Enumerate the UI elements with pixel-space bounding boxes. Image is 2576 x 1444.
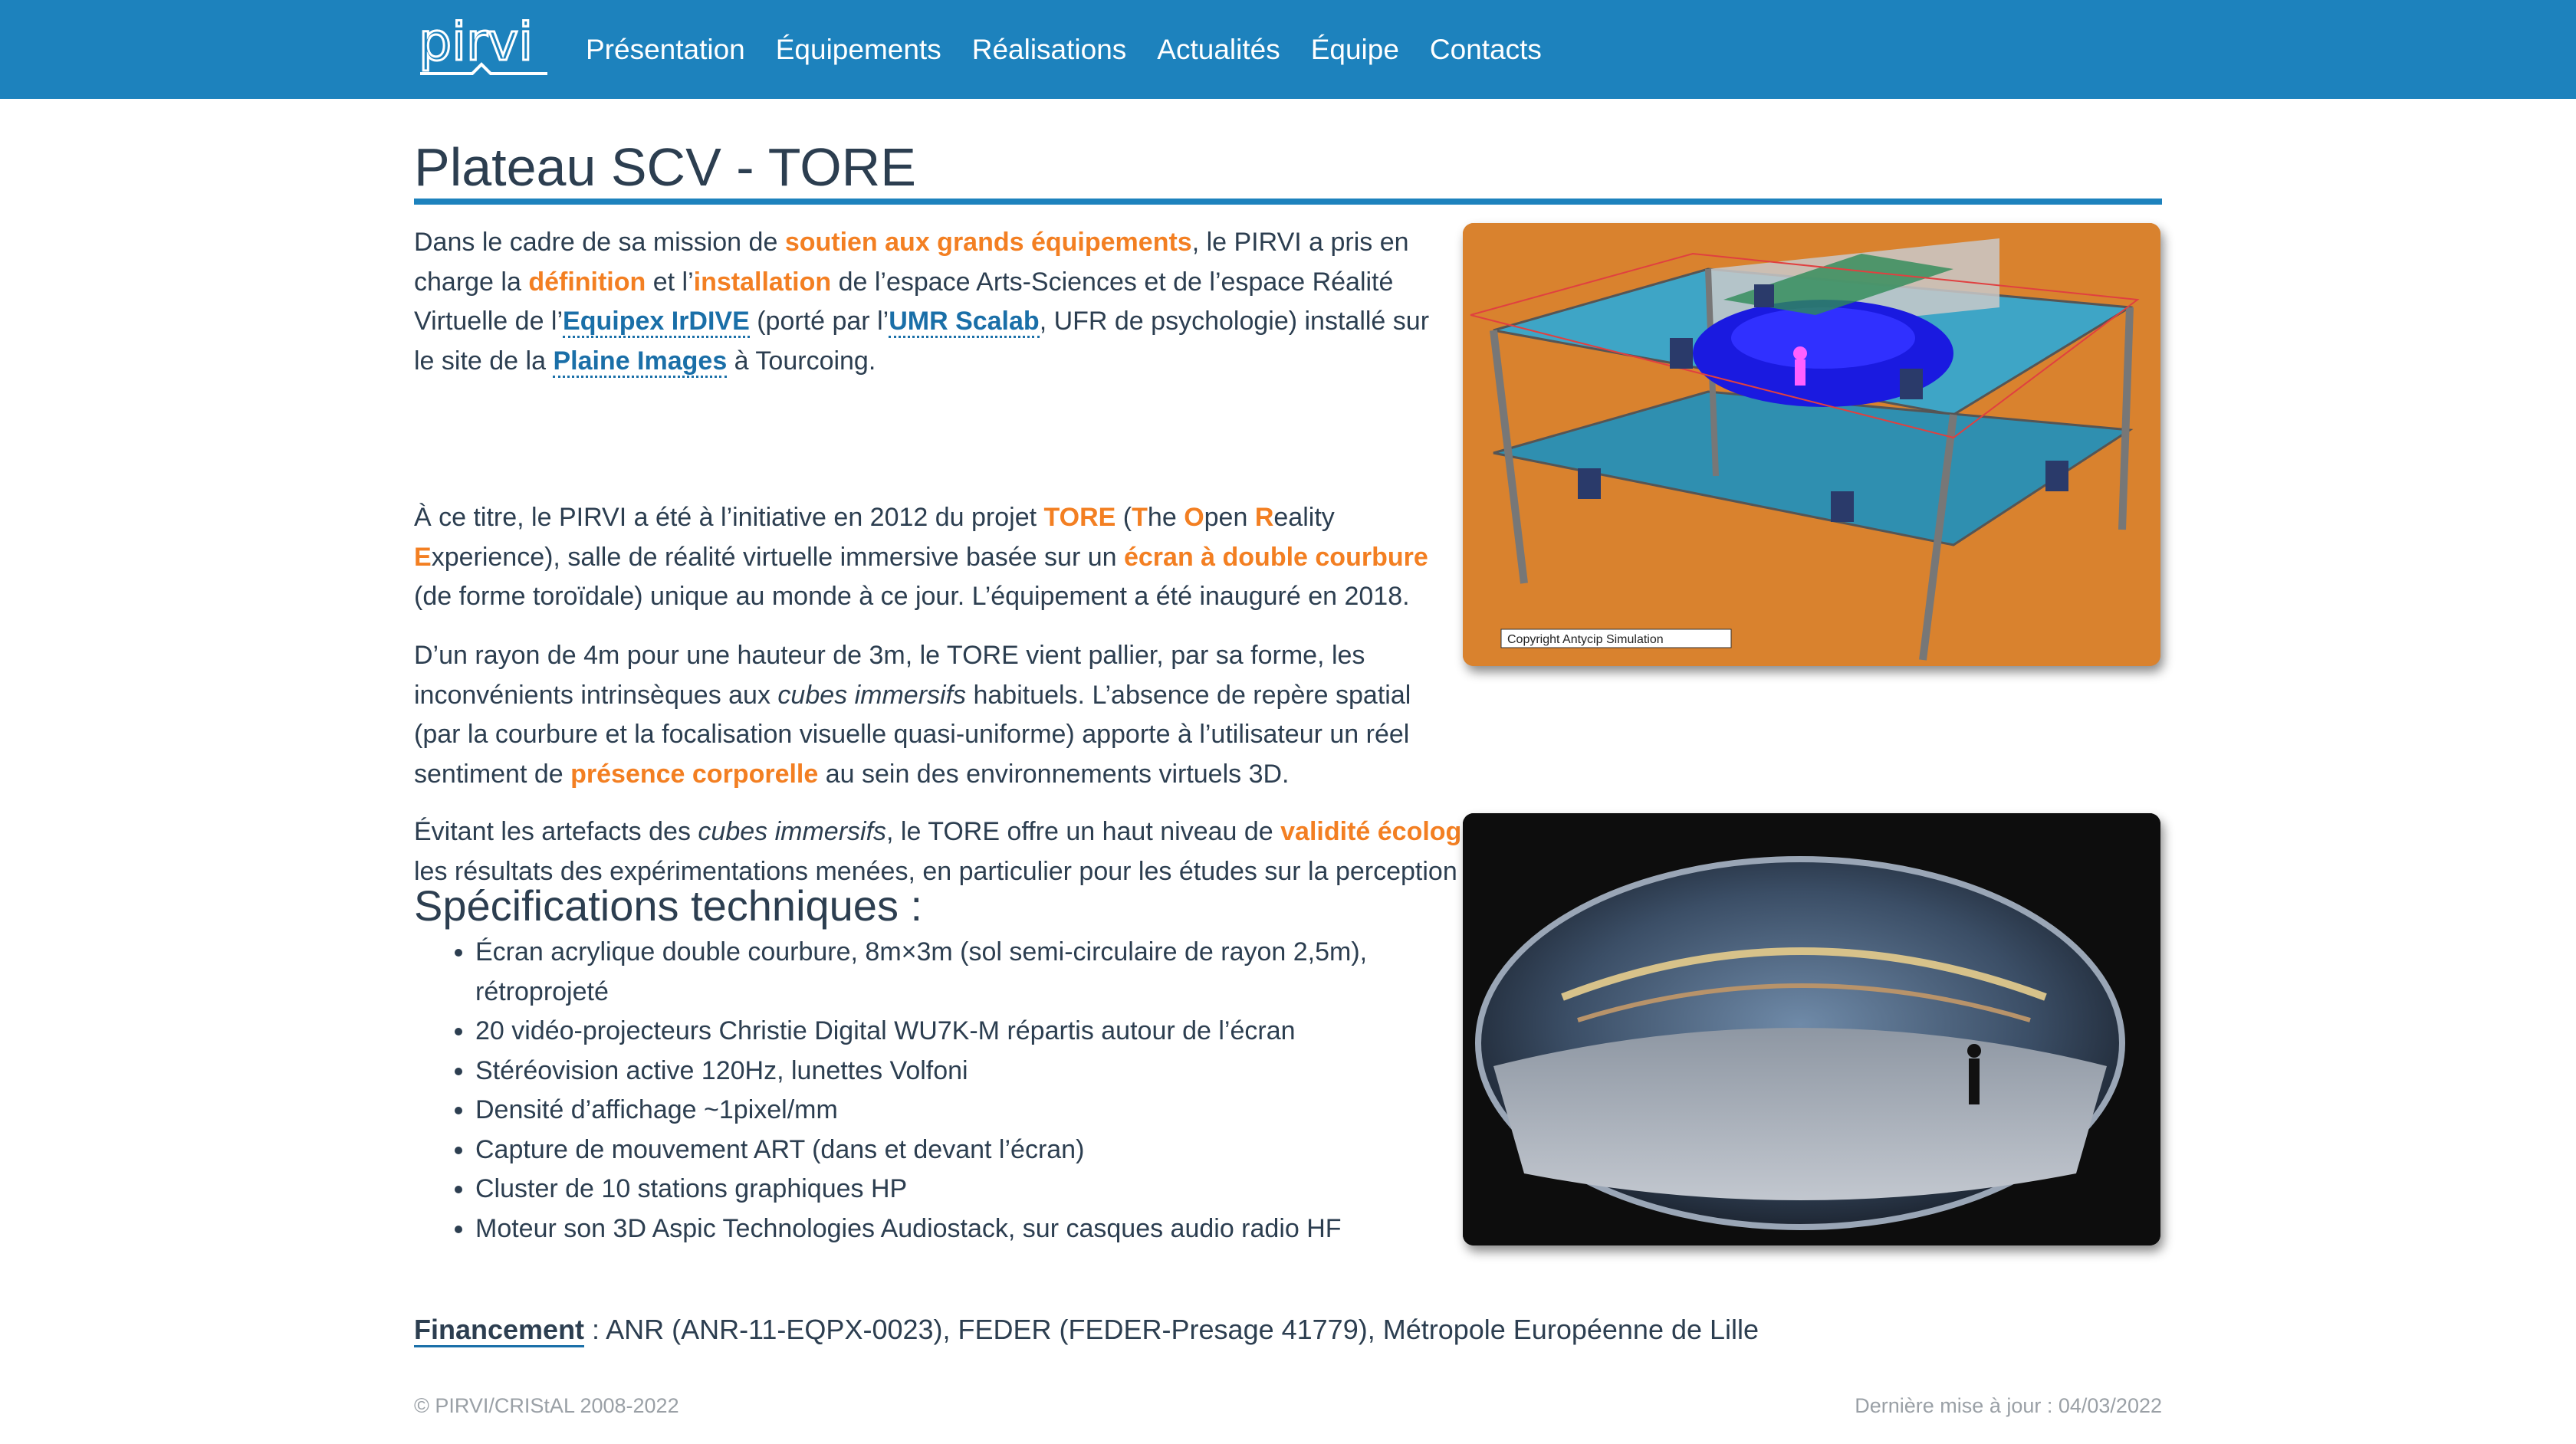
acronym-letter: T bbox=[1132, 503, 1148, 532]
tore-photo-image bbox=[1463, 813, 2160, 1245]
list-item: Écran acrylique double courbure, 8m×3m (… bbox=[475, 933, 1441, 1012]
nav-link-equipements[interactable]: Équipements bbox=[776, 34, 941, 66]
top-navbar: pirvi Présentation Équipements Réalisati… bbox=[0, 0, 2576, 99]
text-span: eality bbox=[1273, 503, 1335, 532]
text-span: Dans le cadre de sa mission de bbox=[414, 228, 785, 257]
nav-link-realisations[interactable]: Réalisations bbox=[972, 34, 1127, 66]
list-item: 20 vidéo-projecteurs Christie Digital WU… bbox=[475, 1012, 1441, 1052]
funding-label: Financement bbox=[414, 1314, 585, 1347]
highlight-text: soutien aux grands équipements bbox=[784, 228, 1192, 257]
pirvi-logo[interactable]: pirvi bbox=[419, 17, 549, 81]
intro-paragraph: Dans le cadre de sa mission de soutien a… bbox=[414, 223, 1441, 381]
text-span: Évitant les artefacts des bbox=[414, 817, 698, 846]
svg-text:pirvi: pirvi bbox=[419, 17, 533, 73]
tore-paragraph: À ce titre, le PIRVI a été à l’initiativ… bbox=[414, 498, 1460, 617]
funding-line: Financement : ANR (ANR-11-EQPX-0023), FE… bbox=[414, 1310, 1759, 1349]
highlight-text: installation bbox=[693, 267, 832, 297]
text-span: (porté par l’ bbox=[749, 307, 889, 336]
acronym-letter: O bbox=[1184, 503, 1204, 532]
text-span: (de forme toroïdale) unique au monde à c… bbox=[414, 582, 1410, 611]
title-underline bbox=[414, 199, 2162, 205]
nav-menu: Présentation Équipements Réalisations Ac… bbox=[586, 0, 1572, 99]
list-item: Capture de mouvement ART (dans et devant… bbox=[475, 1131, 1441, 1170]
list-item: Moteur son 3D Aspic Technologies Audiost… bbox=[475, 1209, 1441, 1249]
nav-link-equipe[interactable]: Équipe bbox=[1311, 34, 1399, 66]
nav-link-contacts[interactable]: Contacts bbox=[1430, 34, 1542, 66]
highlight-text: écran à double courbure bbox=[1123, 542, 1428, 572]
text-span: xperience), salle de réalité virtuelle i… bbox=[431, 542, 1124, 572]
text-span: et l’ bbox=[646, 267, 694, 297]
acronym-letter: R bbox=[1254, 503, 1274, 532]
plaine-images-link[interactable]: Plaine Images bbox=[553, 346, 728, 378]
list-item: Stéréovision active 120Hz, lunettes Volf… bbox=[475, 1052, 1441, 1091]
rayon-paragraph: D’un rayon de 4m pour une hauteur de 3m,… bbox=[414, 636, 1441, 794]
highlight-text: définition bbox=[528, 267, 646, 297]
nav-link-actualites[interactable]: Actualités bbox=[1157, 34, 1280, 66]
highlight-text: TORE bbox=[1043, 503, 1116, 532]
emphasis-text: cubes immersifs bbox=[698, 817, 887, 846]
footer-copyright: © PIRVI/CRIStAL 2008-2022 bbox=[414, 1394, 679, 1417]
nav-link-presentation[interactable]: Présentation bbox=[586, 34, 745, 66]
text-span: , le TORE offre un haut niveau de bbox=[886, 817, 1281, 846]
text-span: ( bbox=[1116, 503, 1132, 532]
text-span: he bbox=[1147, 503, 1184, 532]
specs-heading: Spécifications techniques : bbox=[414, 881, 923, 930]
image-copyright-caption: Copyright Antycip Simulation bbox=[1507, 633, 1664, 646]
funding-text: : ANR (ANR-11-EQPX-0023), FEDER (FEDER-P… bbox=[584, 1314, 1760, 1345]
highlight-text: présence corporelle bbox=[570, 759, 819, 789]
text-span: pen bbox=[1204, 503, 1255, 532]
text-span: à Tourcoing. bbox=[727, 346, 876, 376]
list-item: Cluster de 10 stations graphiques HP bbox=[475, 1170, 1441, 1209]
footer-last-updated: Dernière mise à jour : 04/03/2022 bbox=[1855, 1394, 2162, 1417]
text-span: À ce titre, le PIRVI a été à l’initiativ… bbox=[414, 503, 1044, 532]
platform-render-image: Copyright Antycip Simulation bbox=[1463, 223, 2160, 666]
equipex-irdive-link[interactable]: Equipex IrDIVE bbox=[563, 307, 750, 338]
emphasis-text: cubes immersifs bbox=[777, 680, 967, 710]
list-item: Densité d’affichage ~1pixel/mm bbox=[475, 1091, 1441, 1131]
acronym-letter: E bbox=[414, 542, 432, 572]
text-span: au sein des environnements virtuels 3D. bbox=[818, 759, 1290, 789]
umr-scalab-link[interactable]: UMR Scalab bbox=[889, 307, 1040, 338]
tore-photo-illustration bbox=[1463, 813, 2160, 1245]
platform-render-illustration: Copyright Antycip Simulation bbox=[1463, 223, 2160, 666]
specs-list: Écran acrylique double courbure, 8m×3m (… bbox=[414, 933, 1441, 1249]
page-title: Plateau SCV - TORE bbox=[414, 137, 916, 197]
